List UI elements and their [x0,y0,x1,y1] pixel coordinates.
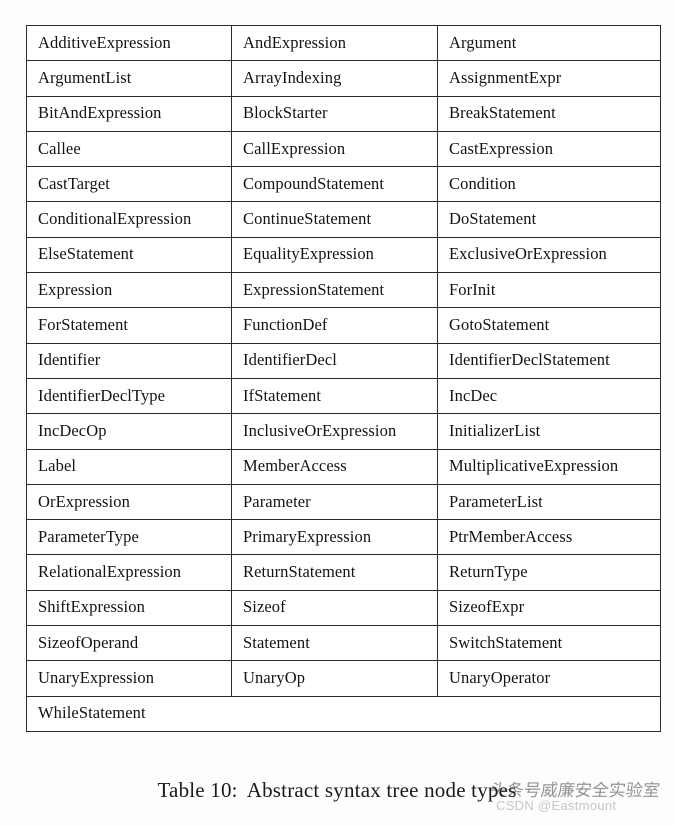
table-cell: FunctionDef [231,307,438,344]
table-row: Label MemberAccess MultiplicativeExpressio… [26,448,661,485]
table-cell: BitAndExpression [26,95,232,132]
table-row: OrExpression Parameter ParameterList [26,483,661,521]
table-cell: EqualityExpression [231,236,438,274]
table-row: Callee CallExpression CastExpression [26,130,661,168]
table-cell: CallExpression [231,130,438,168]
table-cell: AndExpression [231,24,438,62]
table-cell: Condition [437,166,661,203]
ast-node-types-table-wrapper: AdditiveExpression AndExpression Argument A… [26,24,661,732]
table-cell: CastExpression [437,130,661,168]
caption-label: Table 10: [157,778,238,802]
table-row: SizeofOperand Statement SwitchStatement [26,625,661,662]
table-cell: DoStatement [437,201,661,238]
table-cell: ArgumentList [26,60,232,97]
table-cell: IfStatement [231,377,438,415]
table-cell: UnaryExpression [26,660,232,697]
table-cell: AssignmentExpr [437,60,661,97]
table-cell: ExclusiveOrExpression [437,236,661,274]
table-cell: ParameterList [437,483,661,521]
table-cell: ExpressionStatement [231,272,438,309]
table-cell: Sizeof [231,589,438,627]
table-row: ConditionalExpression ContinueStatement Do… [26,201,661,238]
table-cell: MultiplicativeExpression [437,448,661,485]
table-cell: PrimaryExpression [231,519,438,556]
document-page: AdditiveExpression AndExpression Argument A… [0,0,674,825]
table-cell: InitializerList [437,413,661,450]
table-cell: Label [26,448,232,485]
table-row: UnaryExpression UnaryOp UnaryOperator [26,660,661,697]
table-row: IdentifierDeclType IfStatement IncDec [26,377,661,415]
table-cell: ContinueStatement [231,201,438,238]
table-cell: ShiftExpression [26,589,232,627]
table-row: RelationalExpression ReturnStatement Retur… [26,554,661,591]
table-row: ElseStatement EqualityExpression Exclusive… [26,236,661,274]
table-cell: ParameterType [26,519,232,556]
table-cell: AdditiveExpression [26,24,232,62]
table-cell: ReturnType [437,554,661,591]
table-row: Identifier IdentifierDecl IdentifierDeclSt… [26,342,661,379]
table-cell: IncDecOp [26,413,232,450]
table-cell: IdentifierDeclType [26,377,232,415]
table-cell: Callee [26,130,232,168]
table-cell: Identifier [26,342,232,379]
table-cell: InclusiveOrExpression [231,413,438,450]
table-cell: Argument [437,24,661,62]
table-cell: RelationalExpression [26,554,232,591]
table-body: AdditiveExpression AndExpression Argument A… [26,24,661,732]
table-cell: ForInit [437,272,661,309]
table-row: ParameterType PrimaryExpression PtrMemberA… [26,519,661,556]
table-cell: MemberAccess [231,448,438,485]
table-row: ShiftExpression Sizeof SizeofExpr [26,589,661,627]
table-cell: UnaryOp [231,660,438,697]
table-cell: BlockStarter [231,95,438,132]
table-cell: ElseStatement [26,236,232,274]
table-cell: ConditionalExpression [26,201,232,238]
table-cell: PtrMemberAccess [437,519,661,556]
table-cell: CompoundStatement [231,166,438,203]
table-cell: ArrayIndexing [231,60,438,97]
table-cell: UnaryOperator [437,660,661,697]
table-cell: Expression [26,272,232,309]
table-cell: CastTarget [26,166,232,203]
table-cell: SwitchStatement [437,625,661,662]
table-cell: Parameter [231,483,438,521]
table-row-last: WhileStatement [26,695,661,732]
table-row: AdditiveExpression AndExpression Argument [26,24,661,62]
table-cell: Statement [231,625,438,662]
table-cell: IncDec [437,377,661,415]
table-caption: Table 10: Abstract syntax tree node types [0,778,674,803]
table-cell: OrExpression [26,483,232,521]
table-row: CastTarget CompoundStatement Condition [26,166,661,203]
table-row: IncDecOp InclusiveOrExpression Initializer… [26,413,661,450]
table-row: ForStatement FunctionDef GotoStatement [26,307,661,344]
table-row: Expression ExpressionStatement ForInit [26,272,661,309]
table-row: BitAndExpression BlockStarter BreakStateme… [26,95,661,132]
table-cell: SizeofExpr [437,589,661,627]
table-cell-merged: WhileStatement [26,695,661,732]
table-cell: GotoStatement [437,307,661,344]
table-row: ArgumentList ArrayIndexing AssignmentExpr [26,60,661,97]
ast-node-types-table: AdditiveExpression AndExpression Argument A… [26,24,661,732]
table-cell: ReturnStatement [231,554,438,591]
caption-text: Abstract syntax tree node types [246,778,517,802]
table-cell: BreakStatement [437,95,661,132]
table-cell: ForStatement [26,307,232,344]
table-cell: SizeofOperand [26,625,232,662]
table-cell: IdentifierDeclStatement [437,342,661,379]
table-cell: IdentifierDecl [231,342,438,379]
